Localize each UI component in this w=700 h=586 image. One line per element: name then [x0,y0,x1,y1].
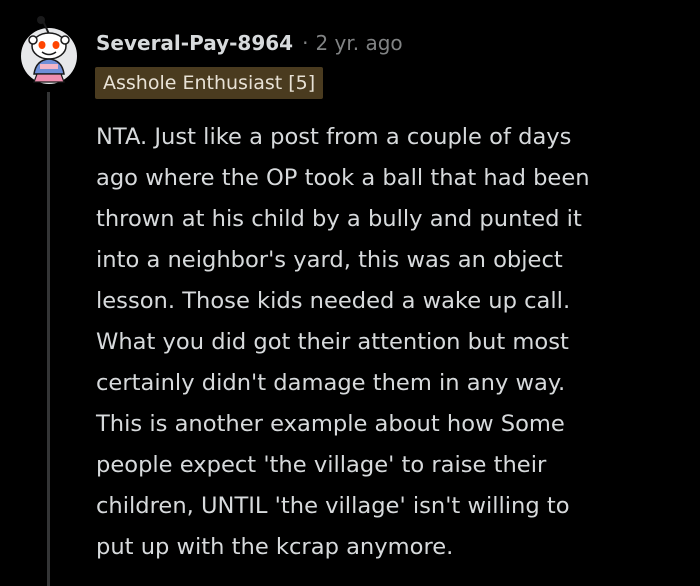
comment-body-line: into a neighbor's yard, this was an obje… [96,247,563,273]
user-flair: Asshole Enthusiast [5] [95,67,324,99]
comment-body-line: people expect 'the village' to raise the… [96,452,547,478]
comment-body-line: children, UNTIL 'the village' isn't will… [96,493,570,519]
timestamp[interactable]: 2 yr. ago [315,31,402,55]
comment-body-line: This is another example about how Some [96,411,565,437]
thread-collapse-line[interactable] [47,92,50,586]
comment-body-line: What you did got their attention but mos… [96,329,569,355]
comment-header: Several-Pay-8964 · 2 yr. ago [96,28,403,58]
comment-body-line: lesson. Those kids needed a wake up call… [96,288,571,314]
comment-body-line: NTA. Just like a post from a couple of d… [96,124,572,150]
comment-body: NTA. Just like a post from a couple of d… [96,117,692,568]
meta-separator: · [302,31,309,55]
comment-body-line: certainly didn't damage them in any way. [96,370,566,396]
user-avatar[interactable] [20,12,78,86]
comment-body-line: ago where the OP took a ball that had be… [96,165,590,191]
comment-body-line: put up with the kcrap anymore. [96,534,454,560]
snoo-avatar-icon [21,16,77,84]
comment-body-line: thrown at his child by a bully and punte… [96,206,582,232]
username-link[interactable]: Several-Pay-8964 [96,31,293,55]
